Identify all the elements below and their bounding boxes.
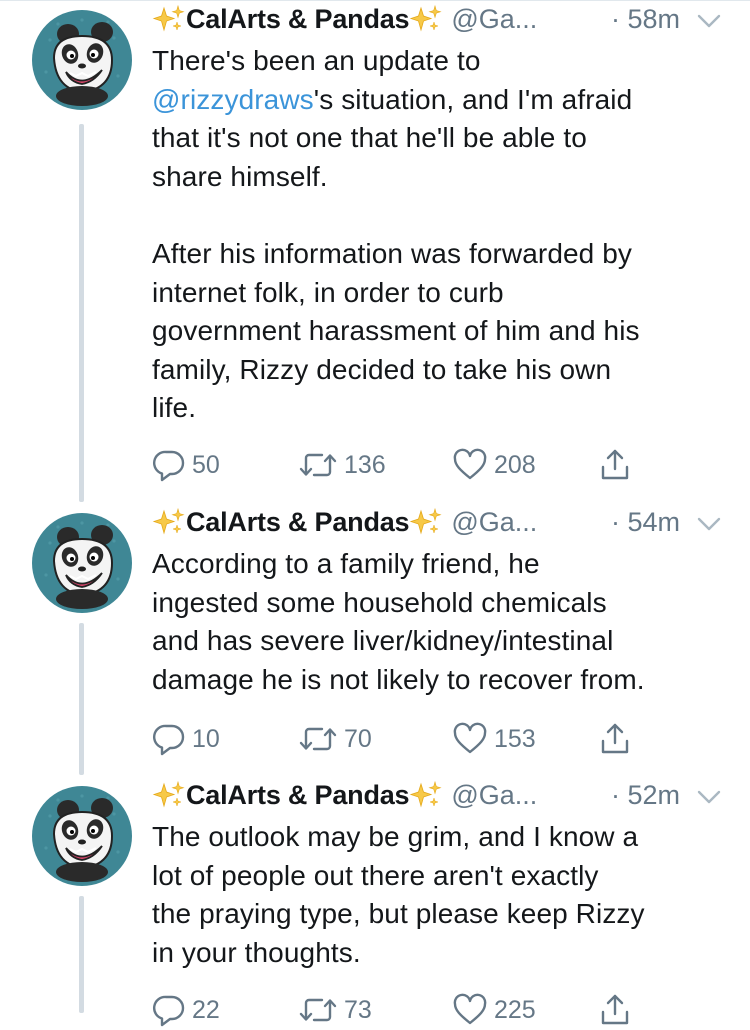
share-button[interactable] [598, 445, 632, 485]
retweet-icon [298, 993, 338, 1027]
tweet-text-part: There's been an update to [152, 45, 481, 76]
handle[interactable]: @Ga... [451, 4, 537, 34]
chevron-down-icon[interactable] [694, 784, 724, 810]
display-name[interactable]: CalArts & Pandas [186, 4, 410, 34]
reply-count: 10 [192, 724, 220, 753]
heart-icon [452, 993, 488, 1027]
like-button[interactable]: 225 [452, 990, 536, 1030]
share-button[interactable] [598, 990, 632, 1030]
share-icon [598, 447, 632, 483]
tweet-text-part: 's situation, and I'm afraid that it's n… [152, 83, 640, 424]
sparkles-icon [152, 780, 186, 810]
timestamp[interactable]: · 54m [611, 507, 680, 538]
sparkles-icon [152, 4, 186, 34]
share-button[interactable] [598, 719, 632, 759]
share-icon [598, 992, 632, 1028]
reply-icon [152, 993, 186, 1027]
tweet-header: CalArts & Pandas @Ga... · 52m [152, 780, 728, 818]
tweet-text: There's been an update to @rizzydraws's … [152, 42, 730, 428]
avatar[interactable] [32, 786, 132, 886]
tweet-1[interactable]: CalArts & Pandas @Ga... · 58m There's be… [0, 0, 750, 503]
sparkles-icon [409, 507, 443, 537]
retweet-button[interactable]: 136 [298, 445, 386, 485]
reply-button[interactable]: 22 [152, 990, 220, 1030]
thread-line [79, 124, 84, 502]
timestamp[interactable]: · 52m [611, 780, 680, 811]
tweet-text: The outlook may be grim, and I know a lo… [152, 821, 645, 968]
tweet-text: According to a family friend, he ingeste… [152, 548, 645, 695]
thread-line [79, 896, 84, 1013]
handle[interactable]: @Ga... [451, 780, 537, 810]
heart-icon [452, 448, 488, 482]
heart-icon [452, 722, 488, 756]
avatar[interactable] [32, 513, 132, 613]
sparkles-icon [409, 4, 443, 34]
sparkles-icon [152, 507, 186, 537]
like-count: 208 [494, 450, 536, 479]
tweet-header: CalArts & Pandas @Ga... · 54m [152, 507, 728, 545]
like-count: 225 [494, 995, 536, 1024]
retweet-count: 73 [344, 995, 372, 1024]
retweet-count: 70 [344, 724, 372, 753]
reply-count: 22 [192, 995, 220, 1024]
retweet-icon [298, 722, 338, 756]
retweet-icon [298, 448, 338, 482]
share-icon [598, 721, 632, 757]
tweet-actions: 10 70 153 [152, 719, 672, 759]
tweet-header: CalArts & Pandas @Ga... · 58m [152, 4, 728, 42]
reply-icon [152, 448, 186, 482]
reply-button[interactable]: 50 [152, 445, 220, 485]
retweet-count: 136 [344, 450, 386, 479]
retweet-button[interactable]: 70 [298, 719, 372, 759]
display-name[interactable]: CalArts & Pandas [186, 780, 410, 810]
sparkles-icon [409, 780, 443, 810]
like-button[interactable]: 153 [452, 719, 536, 759]
reply-icon [152, 722, 186, 756]
timestamp[interactable]: · 58m [611, 4, 680, 35]
chevron-down-icon[interactable] [694, 511, 724, 537]
reply-count: 50 [192, 450, 220, 479]
tweet-actions: 22 73 225 [152, 990, 672, 1030]
display-name[interactable]: CalArts & Pandas [186, 507, 410, 537]
retweet-button[interactable]: 73 [298, 990, 372, 1030]
thread-line [79, 623, 84, 775]
like-button[interactable]: 208 [452, 445, 536, 485]
tweet-3[interactable]: CalArts & Pandas @Ga... · 52m The outloo… [0, 776, 750, 1027]
tweet-actions: 50 136 208 [152, 445, 672, 485]
handle[interactable]: @Ga... [451, 507, 537, 537]
mention-link[interactable]: @rizzydraws [152, 84, 314, 115]
tweet-2[interactable]: CalArts & Pandas @Ga... · 54m According … [0, 503, 750, 775]
avatar[interactable] [32, 10, 132, 110]
like-count: 153 [494, 724, 536, 753]
reply-button[interactable]: 10 [152, 719, 220, 759]
chevron-down-icon[interactable] [694, 8, 724, 34]
